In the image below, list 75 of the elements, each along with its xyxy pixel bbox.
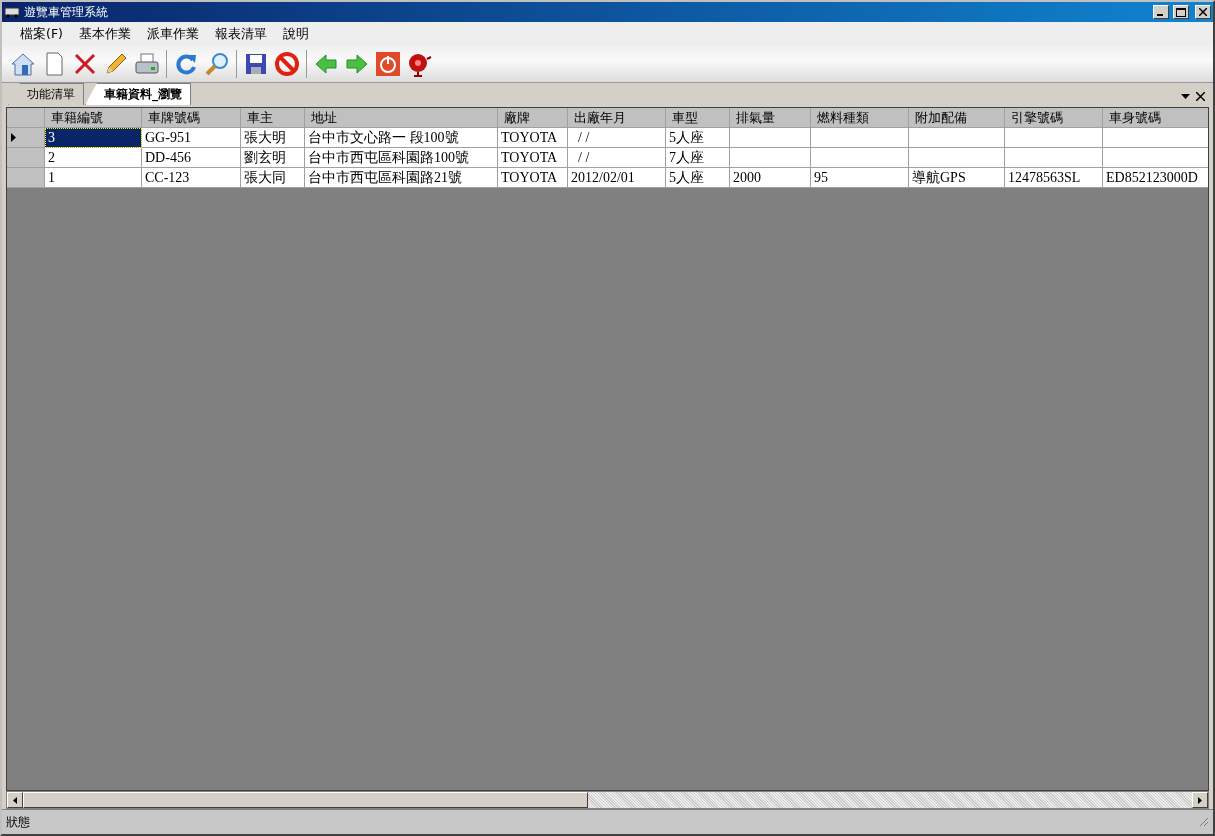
forward-arrow-icon[interactable] xyxy=(344,51,370,77)
column-header[interactable]: 引擎號碼 xyxy=(1005,108,1103,128)
scroll-right-button[interactable] xyxy=(1192,792,1208,808)
close-button[interactable] xyxy=(1195,5,1211,19)
menu-item[interactable]: 基本作業 xyxy=(72,23,137,45)
table-cell: 12478563SL xyxy=(1005,168,1103,188)
table-cell: 5人座 xyxy=(666,128,730,148)
cancel-icon[interactable] xyxy=(274,51,300,77)
table-cell: 導航GPS xyxy=(909,168,1005,188)
table-cell: 2000 xyxy=(730,168,811,188)
table-cell: 台中市西屯區科園路21號 xyxy=(305,168,498,188)
column-header[interactable]: 附加配備 xyxy=(909,108,1005,128)
table-cell: DD-456 xyxy=(142,148,241,168)
delete-icon[interactable] xyxy=(72,51,98,77)
table-cell: 2012/02/01 xyxy=(568,168,666,188)
menu-item[interactable]: 報表清單 xyxy=(208,23,273,45)
resize-grip-icon[interactable] xyxy=(1199,817,1209,827)
table-cell: TOYOTA xyxy=(498,128,568,148)
home-icon[interactable] xyxy=(10,51,36,77)
column-header[interactable]: 車型 xyxy=(666,108,730,128)
column-header[interactable]: 車牌號碼 xyxy=(142,108,241,128)
column-header[interactable]: 車主 xyxy=(241,108,305,128)
minimize-button[interactable] xyxy=(1153,5,1169,19)
column-header[interactable]: 車身號碼 xyxy=(1103,108,1208,128)
table-cell: 張大明 xyxy=(241,128,305,148)
window-title: 遊覽車管理系統 xyxy=(24,3,109,21)
table-cell: GG-951 xyxy=(142,128,241,148)
tab[interactable]: 功能清單 xyxy=(8,83,84,105)
table-cell: 台中市西屯區科園路100號 xyxy=(305,148,498,168)
menu-item[interactable]: 說明 xyxy=(276,23,315,45)
table-cell: ED852123000D xyxy=(1103,168,1208,188)
table-cell: 張大同 xyxy=(241,168,305,188)
corner-header xyxy=(7,108,45,128)
column-header[interactable]: 出廠年月 xyxy=(568,108,666,128)
dropdown-icon[interactable] xyxy=(1181,94,1190,99)
horizontal-scrollbar[interactable] xyxy=(6,791,1209,809)
table-cell: 劉玄明 xyxy=(241,148,305,168)
column-header[interactable]: 廠牌 xyxy=(498,108,568,128)
scroll-left-button[interactable] xyxy=(7,792,23,808)
row-header[interactable] xyxy=(7,128,45,148)
table-cell: 7人座 xyxy=(666,148,730,168)
column-header[interactable]: 地址 xyxy=(305,108,498,128)
back-arrow-icon[interactable] xyxy=(313,51,339,77)
column-header[interactable]: 排氣量 xyxy=(730,108,811,128)
table-cell: 2 xyxy=(45,148,142,168)
menu-item[interactable]: 派車作業 xyxy=(140,23,205,45)
maximize-button[interactable] xyxy=(1173,5,1189,19)
left-arrow-icon xyxy=(13,796,17,804)
table-cell: 3 xyxy=(45,128,142,148)
bus-icon xyxy=(4,6,20,18)
alarm-bell-icon[interactable] xyxy=(406,51,432,77)
table-cell: CC-123 xyxy=(142,168,241,188)
table-cell: 台中市文心路一 段100號 xyxy=(305,128,498,148)
column-header[interactable]: 車籍編號 xyxy=(45,108,142,128)
right-arrow-icon xyxy=(1198,796,1202,804)
menu-item[interactable]: 檔案(F) xyxy=(14,23,69,45)
table-cell: 1 xyxy=(45,168,142,188)
current-row-icon xyxy=(11,133,16,142)
pencil-icon[interactable] xyxy=(103,51,129,77)
scrollbar-thumb[interactable] xyxy=(23,792,588,808)
table-cell: TOYOTA xyxy=(498,168,568,188)
close-icon xyxy=(1199,8,1207,16)
maximize-icon xyxy=(1176,7,1186,17)
close-icon[interactable] xyxy=(1196,92,1205,101)
column-header[interactable]: 燃料種類 xyxy=(811,108,909,128)
table-cell: / / xyxy=(568,128,666,148)
status-text: 狀態 xyxy=(6,813,31,831)
table-cell: 95 xyxy=(811,168,909,188)
table-cell: TOYOTA xyxy=(498,148,568,168)
search-icon[interactable] xyxy=(204,51,230,77)
power-icon[interactable] xyxy=(375,51,401,77)
printer-icon[interactable] xyxy=(134,51,160,77)
table-cell: / / xyxy=(568,148,666,168)
tab[interactable]: 車籍資料_瀏覽 xyxy=(85,83,191,105)
table-cell: 5人座 xyxy=(666,168,730,188)
